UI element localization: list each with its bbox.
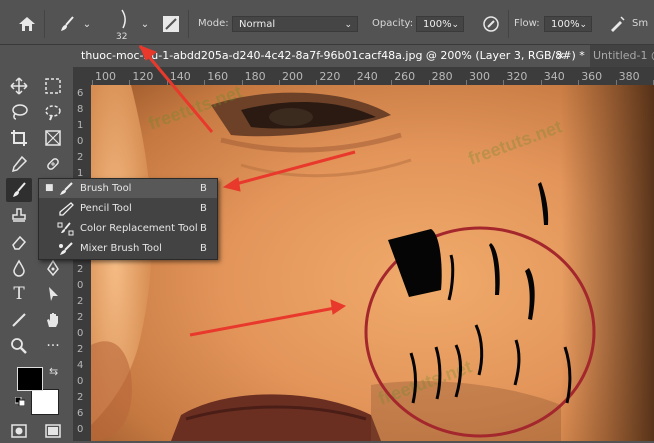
mixer-brush-icon xyxy=(59,242,73,255)
arrowhead-icon xyxy=(222,177,241,192)
arrow-to-brush-tool xyxy=(231,150,356,187)
menu-item-shortcut: B xyxy=(200,203,207,214)
menu-item-label: Pencil Tool xyxy=(80,203,132,214)
arrow-to-strokes xyxy=(189,306,336,337)
menu-item-label: Mixer Brush Tool xyxy=(80,243,162,254)
menu-item-shortcut: B xyxy=(200,243,207,254)
menu-item-shortcut: B xyxy=(200,223,207,234)
color-replacement-icon xyxy=(57,222,74,236)
menu-item-shortcut: B xyxy=(200,183,207,194)
menu-item-mixer-brush-tool[interactable]: Mixer Brush Tool B xyxy=(39,239,217,258)
selected-marker-icon: ■ xyxy=(45,183,54,193)
menu-item-brush-tool[interactable]: ■ Brush Tool B xyxy=(39,179,217,198)
menu-item-label: Brush Tool xyxy=(80,183,132,194)
brush-icon xyxy=(60,182,73,195)
arrowhead-icon xyxy=(139,45,157,61)
pencil-icon xyxy=(59,202,74,216)
menu-item-pencil-tool[interactable]: Pencil Tool B xyxy=(39,199,217,218)
arrowhead-icon xyxy=(330,299,347,315)
arrow-to-brush-size xyxy=(138,45,214,133)
menu-item-color-replacement-tool[interactable]: Color Replacement Tool B xyxy=(39,219,217,238)
menu-item-label: Color Replacement Tool xyxy=(80,223,198,234)
brush-tool-flyout-menu: ■ Brush Tool B Pencil Tool B Color Repla… xyxy=(38,178,218,260)
